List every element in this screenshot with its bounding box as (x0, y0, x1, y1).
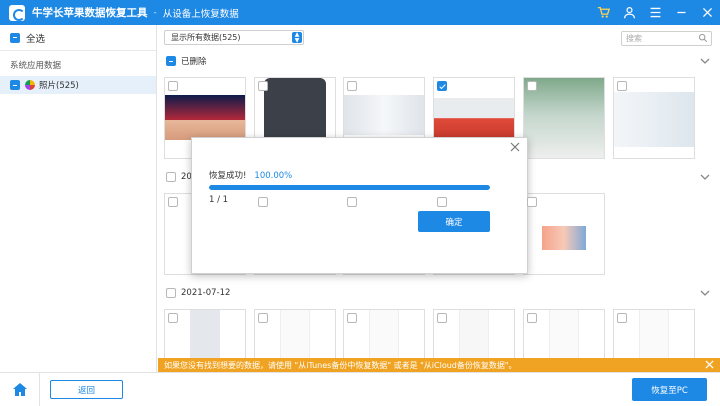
cart-icon[interactable] (596, 6, 610, 20)
photo-checkbox[interactable] (347, 197, 357, 207)
progress-percent: 100.00% (254, 171, 293, 181)
group-header-date[interactable]: 2021-07-12 (166, 286, 230, 300)
title-separator: - (153, 7, 157, 18)
photo-checkbox[interactable] (168, 81, 178, 91)
photo-checkbox[interactable] (168, 197, 178, 207)
chevron-down-icon[interactable] (700, 57, 710, 65)
user-icon[interactable] (622, 6, 636, 20)
photo-checkbox[interactable] (258, 313, 268, 323)
photo-checkbox[interactable] (437, 197, 447, 207)
recovery-dialog: 恢复成功! 100.00% 1 / 1 确定 (191, 137, 528, 274)
chevron-down-icon[interactable] (700, 289, 710, 297)
dropdown-arrows-icon: ▲ ▼ (292, 32, 302, 43)
photo-checkbox[interactable] (617, 81, 627, 91)
photo-thumbnail[interactable] (523, 193, 605, 275)
ok-button[interactable]: 确定 (418, 211, 490, 232)
recover-to-pc-button[interactable]: 恢复至PC (632, 378, 707, 401)
select-all-row[interactable]: 全选 (0, 25, 156, 51)
group-checkbox[interactable] (166, 56, 176, 66)
photo-checkbox[interactable] (617, 313, 627, 323)
menu-icon[interactable] (648, 6, 662, 20)
search-input[interactable]: 搜索 (621, 31, 712, 46)
dialog-status: 恢复成功! 100.00% (209, 169, 292, 181)
photo-checkbox[interactable] (527, 81, 537, 91)
close-icon[interactable] (510, 142, 520, 152)
photo-image (434, 98, 514, 138)
photo-checkbox[interactable] (347, 81, 357, 91)
search-placeholder: 搜索 (626, 34, 642, 43)
search-icon[interactable] (698, 33, 708, 43)
sidebar-item-photos[interactable]: 照片(525) (0, 76, 156, 94)
sidebar: 全选 系统应用数据 照片(525) (0, 25, 157, 372)
window-subtitle: 从设备上恢复数据 (162, 8, 239, 20)
select-all-checkbox[interactable] (10, 32, 20, 43)
warning-text: 如果您没有找到想要的数据，请使用 "从iTunes备份中恢复数据" 或者是 "从… (164, 360, 517, 370)
photos-checkbox[interactable] (10, 80, 20, 90)
toolbar: 显示所有数据(525) ▲ ▼ 搜索 (158, 25, 720, 51)
home-icon (12, 383, 27, 396)
bottom-bar: 返回 恢复至PC (0, 372, 720, 406)
minimize-icon[interactable] (674, 6, 688, 20)
photo-image (165, 95, 245, 140)
select-all-label: 全选 (26, 33, 46, 45)
photo-image (614, 92, 694, 147)
photo-checkbox[interactable] (258, 197, 268, 207)
filter-dropdown[interactable]: 显示所有数据(525) ▲ ▼ (164, 30, 304, 45)
photo-image (344, 95, 424, 135)
filter-dropdown-value: 显示所有数据(525) (171, 33, 241, 42)
warning-bar: 如果您没有找到想要的数据，请使用 "从iTunes备份中恢复数据" 或者是 "从… (158, 358, 720, 372)
close-icon[interactable] (705, 360, 714, 369)
sidebar-section-title: 系统应用数据 (10, 61, 62, 71)
title-bar: 牛学长苹果数据恢复工具 - 从设备上恢复数据 (0, 0, 720, 25)
back-button[interactable]: 返回 (50, 380, 123, 399)
photo-checkbox[interactable] (527, 313, 537, 323)
photo-thumbnail[interactable] (523, 77, 605, 159)
group-label: 2021-07-12 (181, 288, 231, 298)
photo-checkbox[interactable] (437, 313, 447, 323)
photo-thumbnail[interactable] (613, 77, 695, 159)
progress-bar (209, 185, 490, 190)
home-button[interactable] (0, 373, 40, 406)
photo-checkbox[interactable] (437, 81, 447, 91)
photo-image (542, 226, 586, 250)
group-checkbox[interactable] (166, 288, 176, 298)
photos-icon (25, 80, 35, 90)
photo-checkbox[interactable] (527, 197, 537, 207)
status-text: 恢复成功! (209, 171, 247, 181)
chevron-down-icon[interactable] (700, 173, 710, 181)
progress-count: 1 / 1 (209, 195, 229, 205)
group-label: 已删除 (181, 57, 207, 67)
group-header-deleted[interactable]: 已删除 (166, 54, 207, 68)
app-logo-icon (9, 4, 25, 21)
photo-checkbox[interactable] (168, 313, 178, 323)
sidebar-item-label: 照片(525) (39, 81, 79, 91)
photo-checkbox[interactable] (347, 313, 357, 323)
photo-checkbox[interactable] (258, 81, 268, 91)
app-title: 牛学长苹果数据恢复工具 (32, 7, 148, 19)
close-icon[interactable] (700, 6, 714, 20)
group-checkbox[interactable] (166, 172, 176, 182)
progress-fill (209, 185, 490, 190)
